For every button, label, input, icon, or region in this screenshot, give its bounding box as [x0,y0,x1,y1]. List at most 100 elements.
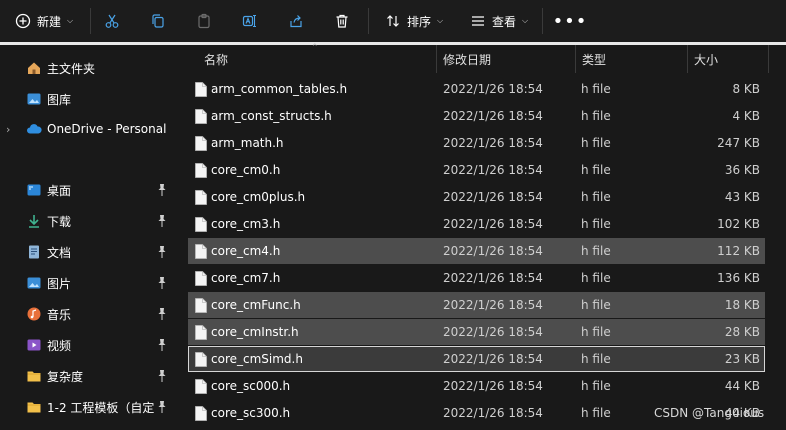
sidebar-item-documents[interactable]: 文档 [0,238,176,266]
file-type: h file [581,136,611,150]
rename-button[interactable] [232,5,268,37]
sidebar-item-music[interactable]: 音乐 [0,300,176,328]
sidebar-item-onedrive[interactable]: › OneDrive - Personal [0,115,176,143]
file-modified-date: 2022/1/26 18:54 [443,298,543,312]
new-plus-icon [15,13,31,29]
file-modified-date: 2022/1/26 18:54 [443,244,543,258]
pin-icon[interactable] [157,183,167,197]
column-header-size[interactable]: 大小 [694,51,718,68]
delete-icon [336,14,348,28]
file-size: 247 KB [717,136,760,150]
file-icon [195,406,207,421]
toolbar-divider [542,8,543,34]
table-row[interactable]: arm_common_tables.h 2022/1/26 18:54 h file… [188,76,765,102]
paste-icon [198,13,210,29]
file-size: 28 KB [724,325,760,339]
sidebar-item-label: 视频 [47,338,72,353]
delete-button[interactable] [324,5,360,37]
watermark: CSDN @Tang0ious [654,406,765,420]
table-row[interactable]: core_cm0.h 2022/1/26 18:54 h file 36 KB [188,157,765,183]
table-row[interactable]: core_cmFunc.h 2022/1/26 18:54 h file 18 KB [188,292,765,318]
table-row[interactable]: arm_math.h 2022/1/26 18:54 h file 247 KB [188,130,765,156]
file-icon [195,325,207,340]
file-type: h file [581,325,611,339]
vertical-scrollbar[interactable] [779,45,786,430]
table-row[interactable]: core_cm4.h 2022/1/26 18:54 h file 112 KB [188,238,765,264]
column-resize-handle[interactable] [436,45,437,73]
file-size: 36 KB [724,163,760,177]
new-button[interactable]: 新建 ⌵ [8,5,80,37]
pin-icon[interactable] [157,338,167,352]
file-modified-date: 2022/1/26 18:54 [443,217,543,231]
share-button[interactable] [278,5,314,37]
pin-icon[interactable] [157,276,167,290]
file-size: 112 KB [717,244,760,258]
toolbar-divider [368,8,369,34]
cloud-icon [27,124,42,134]
column-resize-handle[interactable] [687,45,688,73]
sidebar-item-pictures[interactable]: 图片 [0,269,176,297]
column-header-type[interactable]: 类型 [582,51,606,68]
file-name: arm_math.h [211,136,284,150]
home-icon [28,62,40,74]
sidebar-item-label: 下载 [47,214,72,229]
column-resize-handle[interactable] [768,45,769,73]
sort-icon [387,15,399,27]
file-type: h file [581,271,611,285]
file-type: h file [581,352,611,366]
pin-icon[interactable] [157,400,167,414]
sidebar-item-folder-complexity[interactable]: 复杂度 [0,362,176,390]
file-size: 102 KB [717,217,760,231]
column-resize-handle[interactable] [575,45,576,73]
table-row[interactable]: core_cm0plus.h 2022/1/26 18:54 h file 43 KB [188,184,765,210]
file-modified-date: 2022/1/26 18:54 [443,163,543,177]
file-icon [195,298,207,313]
pin-icon[interactable] [157,307,167,321]
sidebar-item-downloads[interactable]: 下载 [0,207,176,235]
file-type: h file [581,244,611,258]
view-button[interactable]: 查看 ⌵ [463,5,535,37]
table-row[interactable]: core_sc000.h 2022/1/26 18:54 h file 44 KB [188,373,765,399]
pin-icon[interactable] [157,214,167,228]
file-modified-date: 2022/1/26 18:54 [443,190,543,204]
paste-button[interactable] [186,5,222,37]
table-row[interactable]: arm_const_structs.h 2022/1/26 18:54 h file… [188,103,765,129]
copy-button[interactable] [140,5,176,37]
file-type: h file [581,190,611,204]
sort-button-label: 排序 [406,14,431,29]
sidebar-item-label: 1-2 工程模板（自定 [47,400,155,415]
sidebar-item-label: 文档 [47,245,72,260]
file-icon [195,244,207,259]
pin-icon[interactable] [157,245,167,259]
table-row[interactable]: core_cmSimd.h 2022/1/26 18:54 h file 23 KB [188,346,765,372]
chevron-down-icon: ⌵ [66,16,74,25]
table-row[interactable]: core_cm7.h 2022/1/26 18:54 h file 136 KB [188,265,765,291]
column-header-name[interactable]: 名称 [204,51,228,68]
file-type: h file [581,379,611,393]
document-icon [29,245,39,259]
more-options-button[interactable]: ••• [552,5,588,37]
sidebar-item-desktop[interactable]: 桌面 [0,176,176,204]
file-icon [195,379,207,394]
file-icon [195,82,207,97]
file-size: 44 KB [724,379,760,393]
download-icon [29,215,39,228]
chevron-right-icon[interactable]: › [6,123,10,136]
file-name: core_sc300.h [211,406,291,420]
pin-icon[interactable] [157,369,167,383]
column-header-row: ⌃ 名称 修改日期 类型 大小 [178,43,786,73]
sidebar-item-videos[interactable]: 视频 [0,331,176,359]
file-icon [195,136,207,151]
command-bar: 新建 ⌵ 排序 ⌵ 查看 ⌵ ••• [0,0,786,42]
sidebar-item-label: 音乐 [47,307,72,322]
table-row[interactable]: core_cmInstr.h 2022/1/26 18:54 h file 28 KB [188,319,765,345]
sort-button[interactable]: 排序 ⌵ [378,5,450,37]
sidebar-item-gallery[interactable]: 图库 [0,85,176,113]
sidebar-item-folder-template[interactable]: 1-2 工程模板（自定 [0,393,176,421]
cut-button[interactable] [94,5,130,37]
column-header-date[interactable]: 修改日期 [443,51,491,68]
sidebar-item-home[interactable]: 主文件夹 [0,54,176,82]
view-button-label: 查看 [491,14,516,29]
table-row[interactable]: core_cm3.h 2022/1/26 18:54 h file 102 KB [188,211,765,237]
file-icon [195,352,207,367]
